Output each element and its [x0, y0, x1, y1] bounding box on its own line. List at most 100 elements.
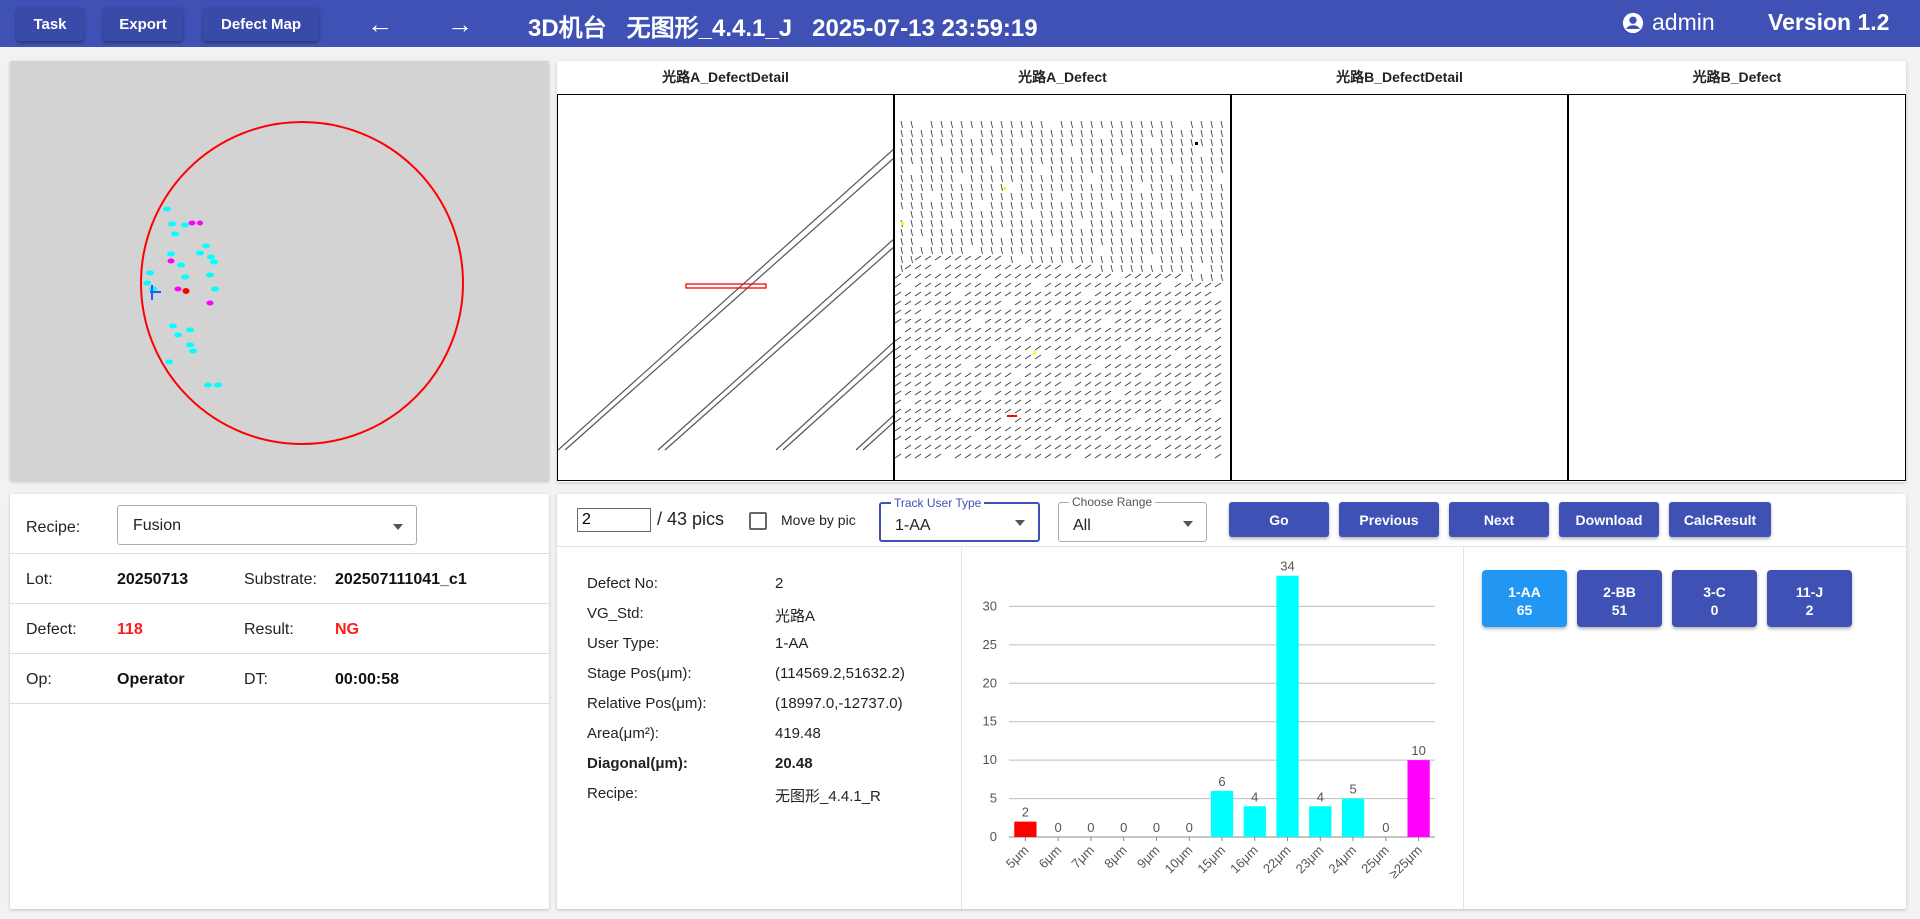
- defect-image-a[interactable]: [894, 94, 1231, 481]
- bar[interactable]: [1407, 760, 1430, 837]
- lot-row: Lot: 20250713 Substrate: 202507111041_c1: [10, 554, 549, 604]
- detail-label: Relative Pos(μm):: [587, 695, 707, 712]
- x-tick-label: 9μm: [1134, 843, 1163, 872]
- defect-image-b[interactable]: [1568, 94, 1906, 481]
- wafer-map[interactable]: [10, 61, 549, 481]
- image-title: 光路A_DefectDetail: [662, 69, 789, 85]
- page-title: 3D机台 无图形_4.4.1_J 2025-07-13 23:59:19: [528, 15, 1038, 42]
- x-tick-label: 16μm: [1227, 843, 1261, 877]
- download-button[interactable]: Download: [1559, 502, 1659, 537]
- detail-label: VG_Std:: [587, 605, 644, 622]
- choose-range-legend: Choose Range: [1069, 496, 1156, 508]
- user-type-count: 0: [1710, 601, 1719, 618]
- detail-value: 419.48: [775, 725, 821, 742]
- x-tick-label: 24μm: [1325, 843, 1359, 877]
- bar-value-label: 0: [1153, 820, 1160, 835]
- top-bar: Task Export Defect Map ← → 3D机台 无图形_4.4.…: [0, 0, 1920, 47]
- navigation-controls: / 43 pics Move by pic Track User Type 1-…: [557, 494, 1906, 547]
- wafer-map-canvas[interactable]: [10, 61, 549, 481]
- bar[interactable]: [1276, 575, 1299, 837]
- bar[interactable]: [1014, 821, 1037, 837]
- bar-value-label: 6: [1218, 774, 1225, 789]
- y-tick-label: 5: [990, 791, 997, 806]
- image-column-a-detail: 光路A_DefectDetail: [557, 61, 894, 482]
- caret-down-icon: [1183, 521, 1193, 527]
- detail-label: Defect No:: [587, 575, 658, 592]
- detail-label: Area(μm²):: [587, 725, 659, 742]
- back-arrow-icon[interactable]: ←: [360, 8, 400, 40]
- bar[interactable]: [1243, 806, 1266, 837]
- track-user-type-select[interactable]: Track User Type 1-AA: [879, 497, 1040, 542]
- result-label: Result:: [244, 621, 294, 638]
- choose-range-select[interactable]: Choose Range All: [1058, 496, 1207, 542]
- bar-value-label: 34: [1280, 559, 1294, 574]
- y-tick-label: 10: [983, 752, 997, 767]
- lot-value: 20250713: [117, 571, 189, 588]
- grating-texture: [895, 120, 1223, 459]
- image-column-b-defect: 光路B_Defect: [1568, 61, 1906, 482]
- detail-label: Stage Pos(μm):: [587, 665, 692, 682]
- x-tick-label: 6μm: [1036, 843, 1065, 872]
- detail-value: (114569.2,51632.2): [775, 665, 905, 682]
- x-tick-label: 15μm: [1194, 843, 1228, 877]
- move-by-pic-label: Move by pic: [781, 512, 856, 528]
- bar-value-label: 0: [1382, 820, 1389, 835]
- wafer-info-panel: Recipe: Fusion Lot: 20250713 Substrate: …: [10, 494, 549, 909]
- bar[interactable]: [1210, 790, 1234, 837]
- x-tick-label: 5μm: [1003, 843, 1032, 872]
- bar[interactable]: [1309, 806, 1332, 837]
- choose-range-value: All: [1073, 517, 1091, 534]
- x-tick-label: ≥25μm: [1386, 843, 1425, 882]
- detail-value: (18997.0,-12737.0): [775, 695, 903, 712]
- bar-value-label: 4: [1317, 789, 1324, 804]
- dt-label: DT:: [244, 671, 268, 688]
- defect-map-button[interactable]: Defect Map: [203, 7, 319, 41]
- version-label: Version 1.2: [1768, 9, 1890, 35]
- x-tick-label: 8μm: [1101, 843, 1130, 872]
- dt-value: 00:00:58: [335, 671, 400, 688]
- defect-row: Defect: 118 Result: NG: [10, 604, 549, 654]
- image-column-b-detail: 光路B_DefectDetail: [1231, 61, 1568, 482]
- username: admin: [1652, 9, 1715, 35]
- detail-value: 光路A: [775, 608, 816, 625]
- user-type-count: 51: [1611, 601, 1628, 618]
- defect-images-panel: 光路A_DefectDetail 光路A_Defect 光路B_DefectDe…: [557, 61, 1906, 482]
- user-type-button[interactable]: 2-BB 51: [1577, 570, 1662, 627]
- recipe-label: Recipe:: [26, 519, 81, 536]
- bar-value-label: 10: [1411, 743, 1425, 758]
- user-type-button[interactable]: 11-J 2: [1767, 570, 1852, 627]
- x-tick-label: 10μm: [1162, 843, 1196, 877]
- task-button[interactable]: Task: [16, 7, 84, 41]
- defect-speck: [1033, 351, 1036, 354]
- substrate-label: Substrate:: [244, 571, 317, 588]
- move-by-pic-checkbox[interactable]: [749, 512, 767, 530]
- x-tick-label: 7μm: [1068, 843, 1097, 872]
- next-button[interactable]: Next: [1449, 502, 1549, 537]
- image-title: 光路B_DefectDetail: [1336, 69, 1463, 85]
- detail-value: 2: [775, 575, 784, 592]
- result-value: NG: [335, 621, 359, 638]
- defect-details: Defect No: 2 VG_Std: 光路A User Type: 1-AA St…: [557, 548, 962, 909]
- y-tick-label: 0: [990, 829, 997, 844]
- user-type-name: 1-AA: [1508, 583, 1541, 600]
- bar-value-label: 0: [1055, 820, 1062, 835]
- bar-value-label: 0: [1186, 820, 1193, 835]
- bar[interactable]: [1341, 798, 1365, 837]
- defect-detail-image-b[interactable]: [1231, 94, 1568, 481]
- forward-arrow-icon[interactable]: →: [440, 8, 480, 40]
- user-menu[interactable]: admin: [1622, 9, 1715, 36]
- detail-value: 1-AA: [775, 635, 809, 652]
- user-type-button[interactable]: 1-AA 65: [1482, 570, 1567, 627]
- previous-button[interactable]: Previous: [1339, 502, 1439, 537]
- defect-count: 118: [117, 621, 143, 638]
- recipe-select[interactable]: Fusion: [117, 505, 417, 545]
- calc-result-button[interactable]: CalcResult: [1669, 502, 1771, 537]
- defect-detail-image-a[interactable]: [557, 94, 894, 481]
- bar-value-label: 4: [1251, 789, 1258, 804]
- defect-speck: [1003, 187, 1006, 190]
- y-tick-label: 25: [983, 637, 997, 652]
- page-number-input[interactable]: [577, 508, 651, 532]
- user-type-button[interactable]: 3-C 0: [1672, 570, 1757, 627]
- export-button[interactable]: Export: [103, 7, 183, 41]
- go-button[interactable]: Go: [1229, 502, 1329, 537]
